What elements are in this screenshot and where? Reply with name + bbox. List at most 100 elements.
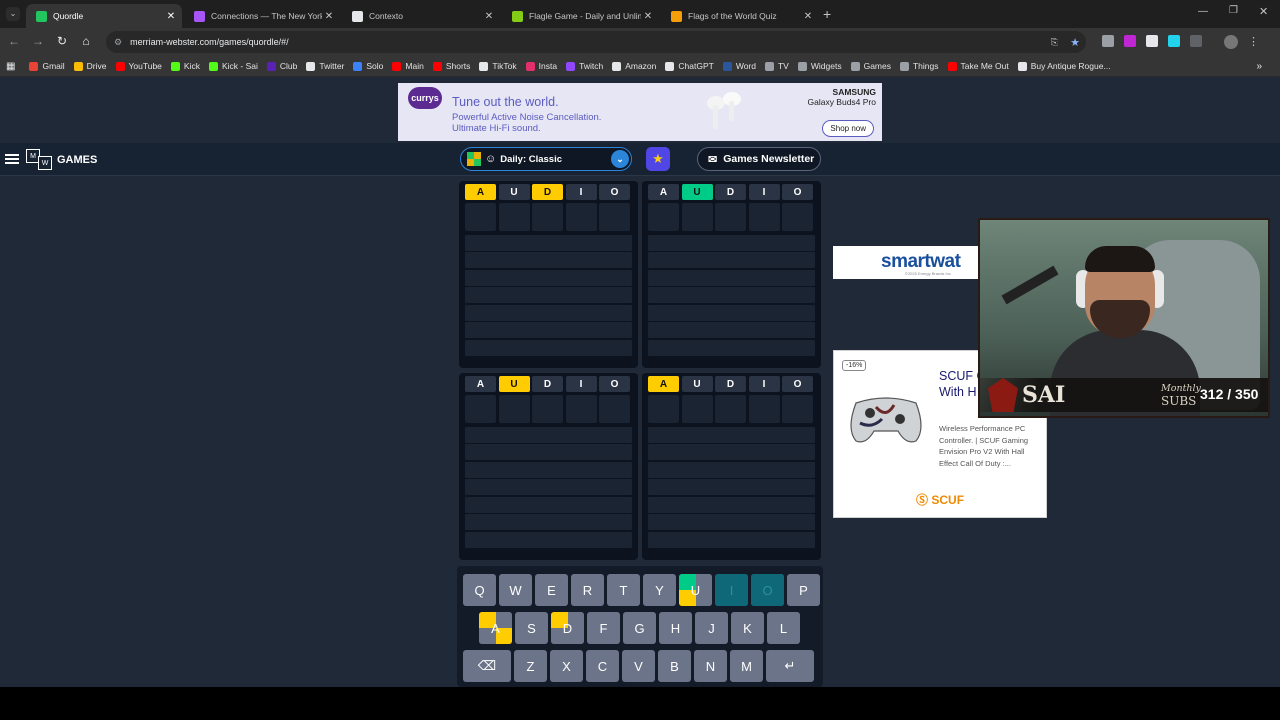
key-o[interactable]: O: [751, 574, 784, 606]
key-g[interactable]: G: [623, 612, 656, 644]
bookmark-item[interactable]: Main: [392, 61, 424, 71]
apps-grid-icon[interactable]: ▦: [6, 61, 15, 72]
key-backspace[interactable]: ⌫: [463, 650, 511, 682]
key-s[interactable]: S: [515, 612, 548, 644]
screen-share-icon[interactable]: ⎘: [1051, 37, 1058, 48]
bookmark-item[interactable]: Twitch: [566, 61, 603, 71]
tab-close-icon[interactable]: ✕: [641, 11, 655, 22]
site-info-icon[interactable]: ⚙: [114, 37, 122, 48]
bookmark-item[interactable]: Games: [850, 61, 891, 71]
extension-icon[interactable]: [1102, 35, 1114, 47]
new-tab-button[interactable]: +: [823, 6, 831, 22]
bookmark-item[interactable]: ChatGPT: [665, 61, 714, 71]
key-m[interactable]: M: [730, 650, 763, 682]
ad-shop-now-button[interactable]: Shop now: [822, 120, 874, 137]
tab-close-icon[interactable]: ✕: [322, 11, 336, 22]
extension-icon[interactable]: [1168, 35, 1180, 47]
key-d[interactable]: D: [551, 612, 584, 644]
browser-toolbar: ← → ↻ ⌂ ⚙ merriam-webster.com/games/quor…: [0, 28, 1280, 56]
key-u[interactable]: U: [679, 574, 712, 606]
key-l[interactable]: L: [767, 612, 800, 644]
bookmark-item[interactable]: TV: [764, 61, 789, 71]
key-b[interactable]: B: [658, 650, 691, 682]
browser-tab[interactable]: Contexto ✕: [342, 4, 500, 28]
bookmark-icon: [208, 61, 218, 71]
key-t[interactable]: T: [607, 574, 640, 606]
bookmark-item[interactable]: Widgets: [797, 61, 842, 71]
key-q[interactable]: Q: [463, 574, 496, 606]
key-w[interactable]: W: [499, 574, 532, 606]
bookmark-item[interactable]: Club: [266, 61, 297, 71]
bookmark-item[interactable]: YouTube: [115, 61, 162, 71]
url-text[interactable]: merriam-webster.com/games/quordle/#/: [130, 37, 289, 47]
key-h[interactable]: H: [659, 612, 692, 644]
bookmark-label: Main: [405, 61, 424, 71]
tab-close-icon[interactable]: ✕: [164, 11, 178, 22]
bookmark-item[interactable]: Kick - Sai: [208, 61, 258, 71]
key-f[interactable]: F: [587, 612, 620, 644]
browser-tab[interactable]: Connections — The New York ✕: [184, 4, 340, 28]
bookmark-item[interactable]: Solo: [353, 61, 383, 71]
bookmark-item[interactable]: Drive: [73, 61, 107, 71]
browser-tab[interactable]: Quordle ✕: [26, 4, 182, 28]
bookmark-item[interactable]: Gmail: [29, 61, 65, 71]
bookmark-item[interactable]: TikTok: [479, 61, 517, 71]
tab-close-icon[interactable]: ✕: [482, 11, 496, 22]
bookmark-item[interactable]: Things: [899, 61, 939, 71]
favorite-star-button[interactable]: ★: [646, 147, 670, 171]
key-e[interactable]: E: [535, 574, 568, 606]
scuf-brand: Ⓢ SCUF: [916, 493, 965, 507]
bookmark-item[interactable]: Kick: [170, 61, 200, 71]
newsletter-button[interactable]: ✉ Games Newsletter: [697, 147, 821, 171]
bookmark-item[interactable]: Shorts: [432, 61, 470, 71]
key-k[interactable]: K: [731, 612, 764, 644]
browser-tab[interactable]: Flags of the World Quiz ✕: [661, 4, 819, 28]
mode-selector[interactable]: ☺ Daily: Classic ⌄: [460, 147, 632, 171]
tab-search-button[interactable]: ⌄: [6, 7, 20, 21]
reload-icon[interactable]: ↻: [50, 34, 74, 48]
key-r[interactable]: R: [571, 574, 604, 606]
ad-banner-top[interactable]: currys Tune out the world. Powerful Acti…: [398, 83, 882, 141]
tab-close-icon[interactable]: ✕: [801, 11, 815, 22]
extension-icon[interactable]: [1146, 35, 1158, 47]
address-bar[interactable]: ⚙ merriam-webster.com/games/quordle/#/ ★…: [106, 31, 1086, 53]
bookmark-item[interactable]: Buy Antique Rogue...: [1017, 61, 1111, 71]
profile-avatar[interactable]: [1224, 35, 1238, 49]
key-x[interactable]: X: [550, 650, 583, 682]
key-n[interactable]: N: [694, 650, 727, 682]
chevron-down-icon[interactable]: ⌄: [611, 150, 629, 168]
minimize-button[interactable]: —: [1198, 6, 1208, 17]
home-icon[interactable]: ⌂: [74, 34, 98, 48]
bookmarks-overflow-icon[interactable]: »: [1256, 61, 1262, 72]
key-y[interactable]: Y: [643, 574, 676, 606]
key-a[interactable]: A: [479, 612, 512, 644]
more-menu-icon[interactable]: ⋮: [1248, 35, 1259, 49]
bookmark-item[interactable]: Word: [722, 61, 756, 71]
bookmark-star-icon[interactable]: ★: [1070, 36, 1080, 49]
back-arrow-icon[interactable]: ←: [2, 34, 26, 48]
bookmark-item[interactable]: Twitter: [306, 61, 344, 71]
key-i[interactable]: I: [715, 574, 748, 606]
tab-favicon-icon: [352, 10, 363, 22]
letter-tile: I: [748, 376, 780, 392]
key-v[interactable]: V: [622, 650, 655, 682]
empty-tile: [565, 203, 597, 231]
key-j[interactable]: J: [695, 612, 728, 644]
key-p[interactable]: P: [787, 574, 820, 606]
bookmark-item[interactable]: Take Me Out: [947, 61, 1009, 71]
ad-smartwater[interactable]: smartwat ©2025 Energy Brands Inc: [833, 246, 983, 279]
extensions-puzzle-icon[interactable]: [1190, 35, 1202, 47]
key-z[interactable]: Z: [514, 650, 547, 682]
key-c[interactable]: C: [586, 650, 619, 682]
forward-arrow-icon[interactable]: →: [26, 34, 50, 48]
browser-tab[interactable]: Flagle Game - Daily and Unlim ✕: [502, 4, 659, 28]
mw-games-logo[interactable]: M W GAMES: [26, 149, 97, 171]
key-enter[interactable]: ↵: [766, 650, 814, 682]
hamburger-menu-icon[interactable]: [5, 152, 19, 166]
restore-button[interactable]: ❐: [1229, 5, 1238, 16]
empty-tile: [498, 203, 530, 231]
close-window-button[interactable]: ✕: [1259, 5, 1268, 18]
extension-icon[interactable]: [1124, 35, 1136, 47]
bookmark-item[interactable]: Amazon: [612, 61, 656, 71]
bookmark-item[interactable]: Insta: [525, 61, 557, 71]
